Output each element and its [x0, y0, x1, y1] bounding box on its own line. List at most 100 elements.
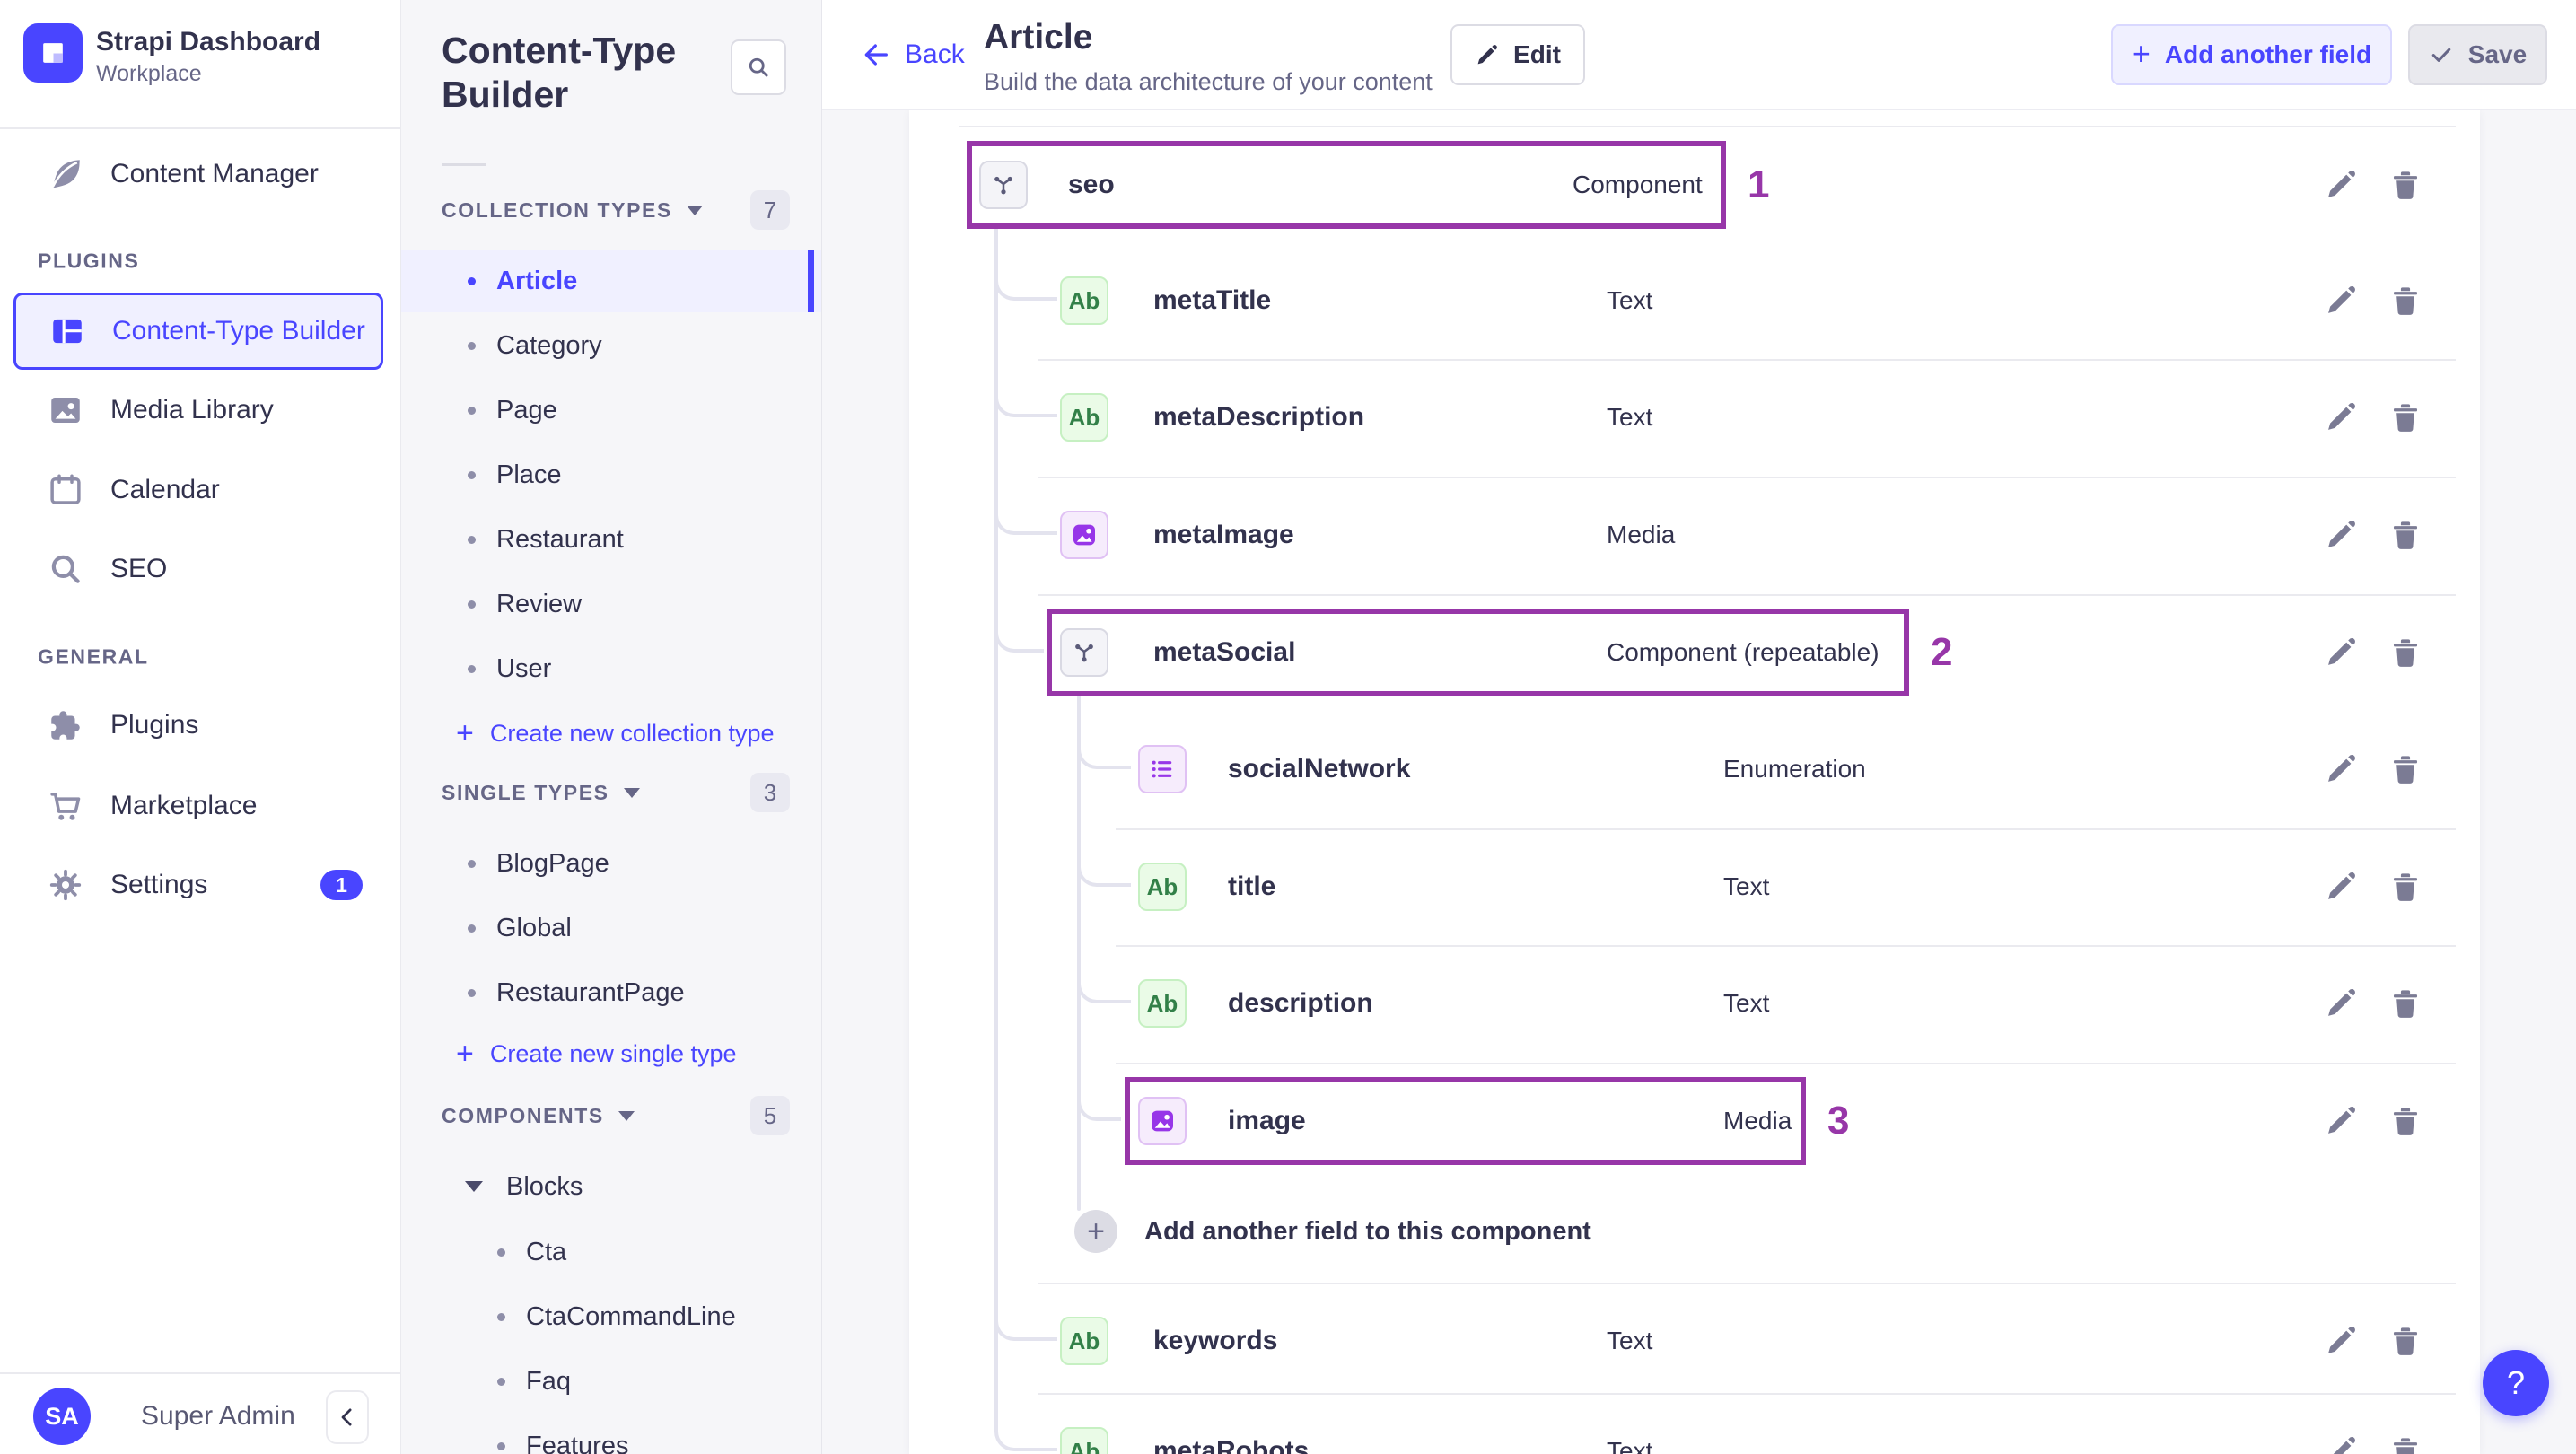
- edit-field-button[interactable]: [2314, 977, 2368, 1030]
- search-button[interactable]: [731, 39, 786, 95]
- calendar-icon: [47, 471, 84, 509]
- components-header[interactable]: COMPONENTS 5: [442, 1094, 821, 1137]
- single-types-header[interactable]: SINGLE TYPES 3: [442, 771, 821, 814]
- sidebar-item-seo[interactable]: SEO: [0, 535, 400, 603]
- notification-badge: 1: [320, 870, 363, 900]
- sidebar-item-content-type-builder[interactable]: Content-Type Builder: [13, 293, 383, 370]
- component-group-blocks[interactable]: Blocks: [400, 1155, 821, 1218]
- sidebar-item-calendar[interactable]: Calendar: [0, 456, 400, 524]
- text-field-icon: Ab: [1138, 979, 1187, 1028]
- field-type: Text: [1723, 872, 1770, 900]
- subnav-item-user[interactable]: User: [400, 637, 821, 700]
- divider: [442, 163, 486, 166]
- plus-icon: +: [2131, 34, 2151, 72]
- subnav-item-faq[interactable]: Faq: [400, 1350, 821, 1413]
- create-single-type-link[interactable]: + Create new single type: [400, 1027, 821, 1081]
- fields-card: seo Component Ab metaTitle Text Ab metaDescrip…: [909, 110, 2480, 1454]
- subnav-item-label: Features: [526, 1431, 629, 1454]
- add-another-field-button[interactable]: + Add another field: [2111, 24, 2392, 85]
- edit-field-button[interactable]: [2314, 158, 2368, 212]
- layout-icon: [48, 312, 86, 350]
- delete-field-button[interactable]: [2379, 390, 2432, 444]
- subnav-item-place[interactable]: Place: [400, 443, 821, 506]
- edit-field-button[interactable]: [2314, 1094, 2368, 1148]
- strapi-logo-icon: [23, 23, 83, 83]
- create-label: Create new single type: [489, 1039, 737, 1067]
- save-button[interactable]: Save: [2408, 24, 2547, 85]
- subnav-item-article[interactable]: Article: [400, 250, 821, 312]
- text-field-icon: Ab: [1138, 863, 1187, 911]
- bullet-icon: [468, 406, 476, 415]
- back-label: Back: [905, 39, 965, 69]
- avatar[interactable]: SA: [33, 1388, 91, 1445]
- search-icon: [47, 550, 84, 588]
- field-name: image: [1228, 1106, 1306, 1135]
- subnav-item-label: CtaCommandLine: [526, 1301, 736, 1331]
- bullet-icon: [468, 470, 476, 479]
- create-collection-type-link[interactable]: + Create new collection type: [400, 706, 821, 760]
- subnav-item-ctacommandline[interactable]: CtaCommandLine: [400, 1285, 821, 1348]
- delete-field-button[interactable]: [2379, 742, 2432, 796]
- add-component-field-label: Add another field to this component: [1144, 1216, 1591, 1246]
- delete-field-button[interactable]: [2379, 1314, 2432, 1368]
- delete-field-button[interactable]: [2379, 274, 2432, 328]
- delete-field-button[interactable]: [2379, 508, 2432, 562]
- field-name: metaImage: [1153, 520, 1294, 549]
- save-label: Save: [2467, 40, 2528, 68]
- subnav-title: Content-Type Builder: [442, 30, 677, 115]
- sidebar-item-marketplace[interactable]: Marketplace: [0, 772, 400, 840]
- help-button[interactable]: ?: [2483, 1350, 2549, 1416]
- delete-field-button[interactable]: [2379, 626, 2432, 679]
- subnav-item-category[interactable]: Category: [400, 314, 821, 377]
- edit-field-button[interactable]: [2314, 1424, 2368, 1454]
- sidebar-item-media-library[interactable]: Media Library: [0, 376, 400, 444]
- field-name: metaSocial: [1153, 637, 1296, 667]
- sidebar-item-content-manager[interactable]: Content Manager: [0, 140, 400, 208]
- collection-types-header[interactable]: COLLECTION TYPES 7: [442, 188, 821, 232]
- divider: [1038, 1283, 2456, 1284]
- delete-field-button[interactable]: [2379, 1424, 2432, 1454]
- divider: [1038, 477, 2456, 478]
- delete-field-button[interactable]: [2379, 860, 2432, 914]
- edit-field-button[interactable]: [2314, 274, 2368, 328]
- edit-field-button[interactable]: [2314, 626, 2368, 679]
- divider: [1116, 945, 2456, 947]
- subnav-item-features[interactable]: Features: [400, 1415, 821, 1454]
- delete-field-button[interactable]: [2379, 1094, 2432, 1148]
- field-name: description: [1228, 988, 1373, 1018]
- edit-button[interactable]: Edit: [1450, 24, 1585, 85]
- back-button[interactable]: Back: [862, 39, 965, 70]
- add-field-to-component-button[interactable]: + Add another field to this component: [909, 1190, 2480, 1273]
- sidebar-item-plugins[interactable]: Plugins: [0, 691, 400, 759]
- subnav-item-label: Cta: [526, 1237, 567, 1266]
- content-type-builder-sidebar: Content-Type Builder COLLECTION TYPES 7 …: [400, 0, 822, 1454]
- divider: [0, 1372, 400, 1374]
- subnav-item-review[interactable]: Review: [400, 573, 821, 635]
- subnav-item-cta[interactable]: Cta: [400, 1221, 821, 1283]
- collapse-sidebar-button[interactable]: [326, 1390, 369, 1444]
- field-row-image: image Media: [909, 1063, 2480, 1179]
- edit-field-button[interactable]: [2314, 508, 2368, 562]
- section-label: SINGLE TYPES: [442, 780, 609, 804]
- subnav-item-global[interactable]: Global: [400, 897, 821, 959]
- field-row-keywords: Ab keywords Text: [909, 1283, 2480, 1399]
- subnav-item-restaurant[interactable]: Restaurant: [400, 508, 821, 571]
- bullet-icon: [468, 988, 476, 997]
- subnav-item-restaurantpage[interactable]: RestaurantPage: [400, 961, 821, 1024]
- sidebar-item-settings[interactable]: Settings 1: [0, 851, 400, 919]
- edit-field-button[interactable]: [2314, 742, 2368, 796]
- edit-field-button[interactable]: [2314, 1314, 2368, 1368]
- subnav-item-label: Article: [496, 266, 578, 295]
- divider: [1038, 359, 2456, 361]
- bullet-icon: [468, 924, 476, 933]
- subnav-item-page[interactable]: Page: [400, 379, 821, 442]
- annotation-number: 1: [1748, 162, 1770, 206]
- edit-field-button[interactable]: [2314, 860, 2368, 914]
- field-type: Text: [1607, 286, 1653, 314]
- subnav-item-label: Review: [496, 589, 583, 618]
- app-title: Strapi Dashboard: [96, 27, 321, 57]
- delete-field-button[interactable]: [2379, 158, 2432, 212]
- delete-field-button[interactable]: [2379, 977, 2432, 1030]
- edit-field-button[interactable]: [2314, 390, 2368, 444]
- subnav-item-blogpage[interactable]: BlogPage: [400, 832, 821, 895]
